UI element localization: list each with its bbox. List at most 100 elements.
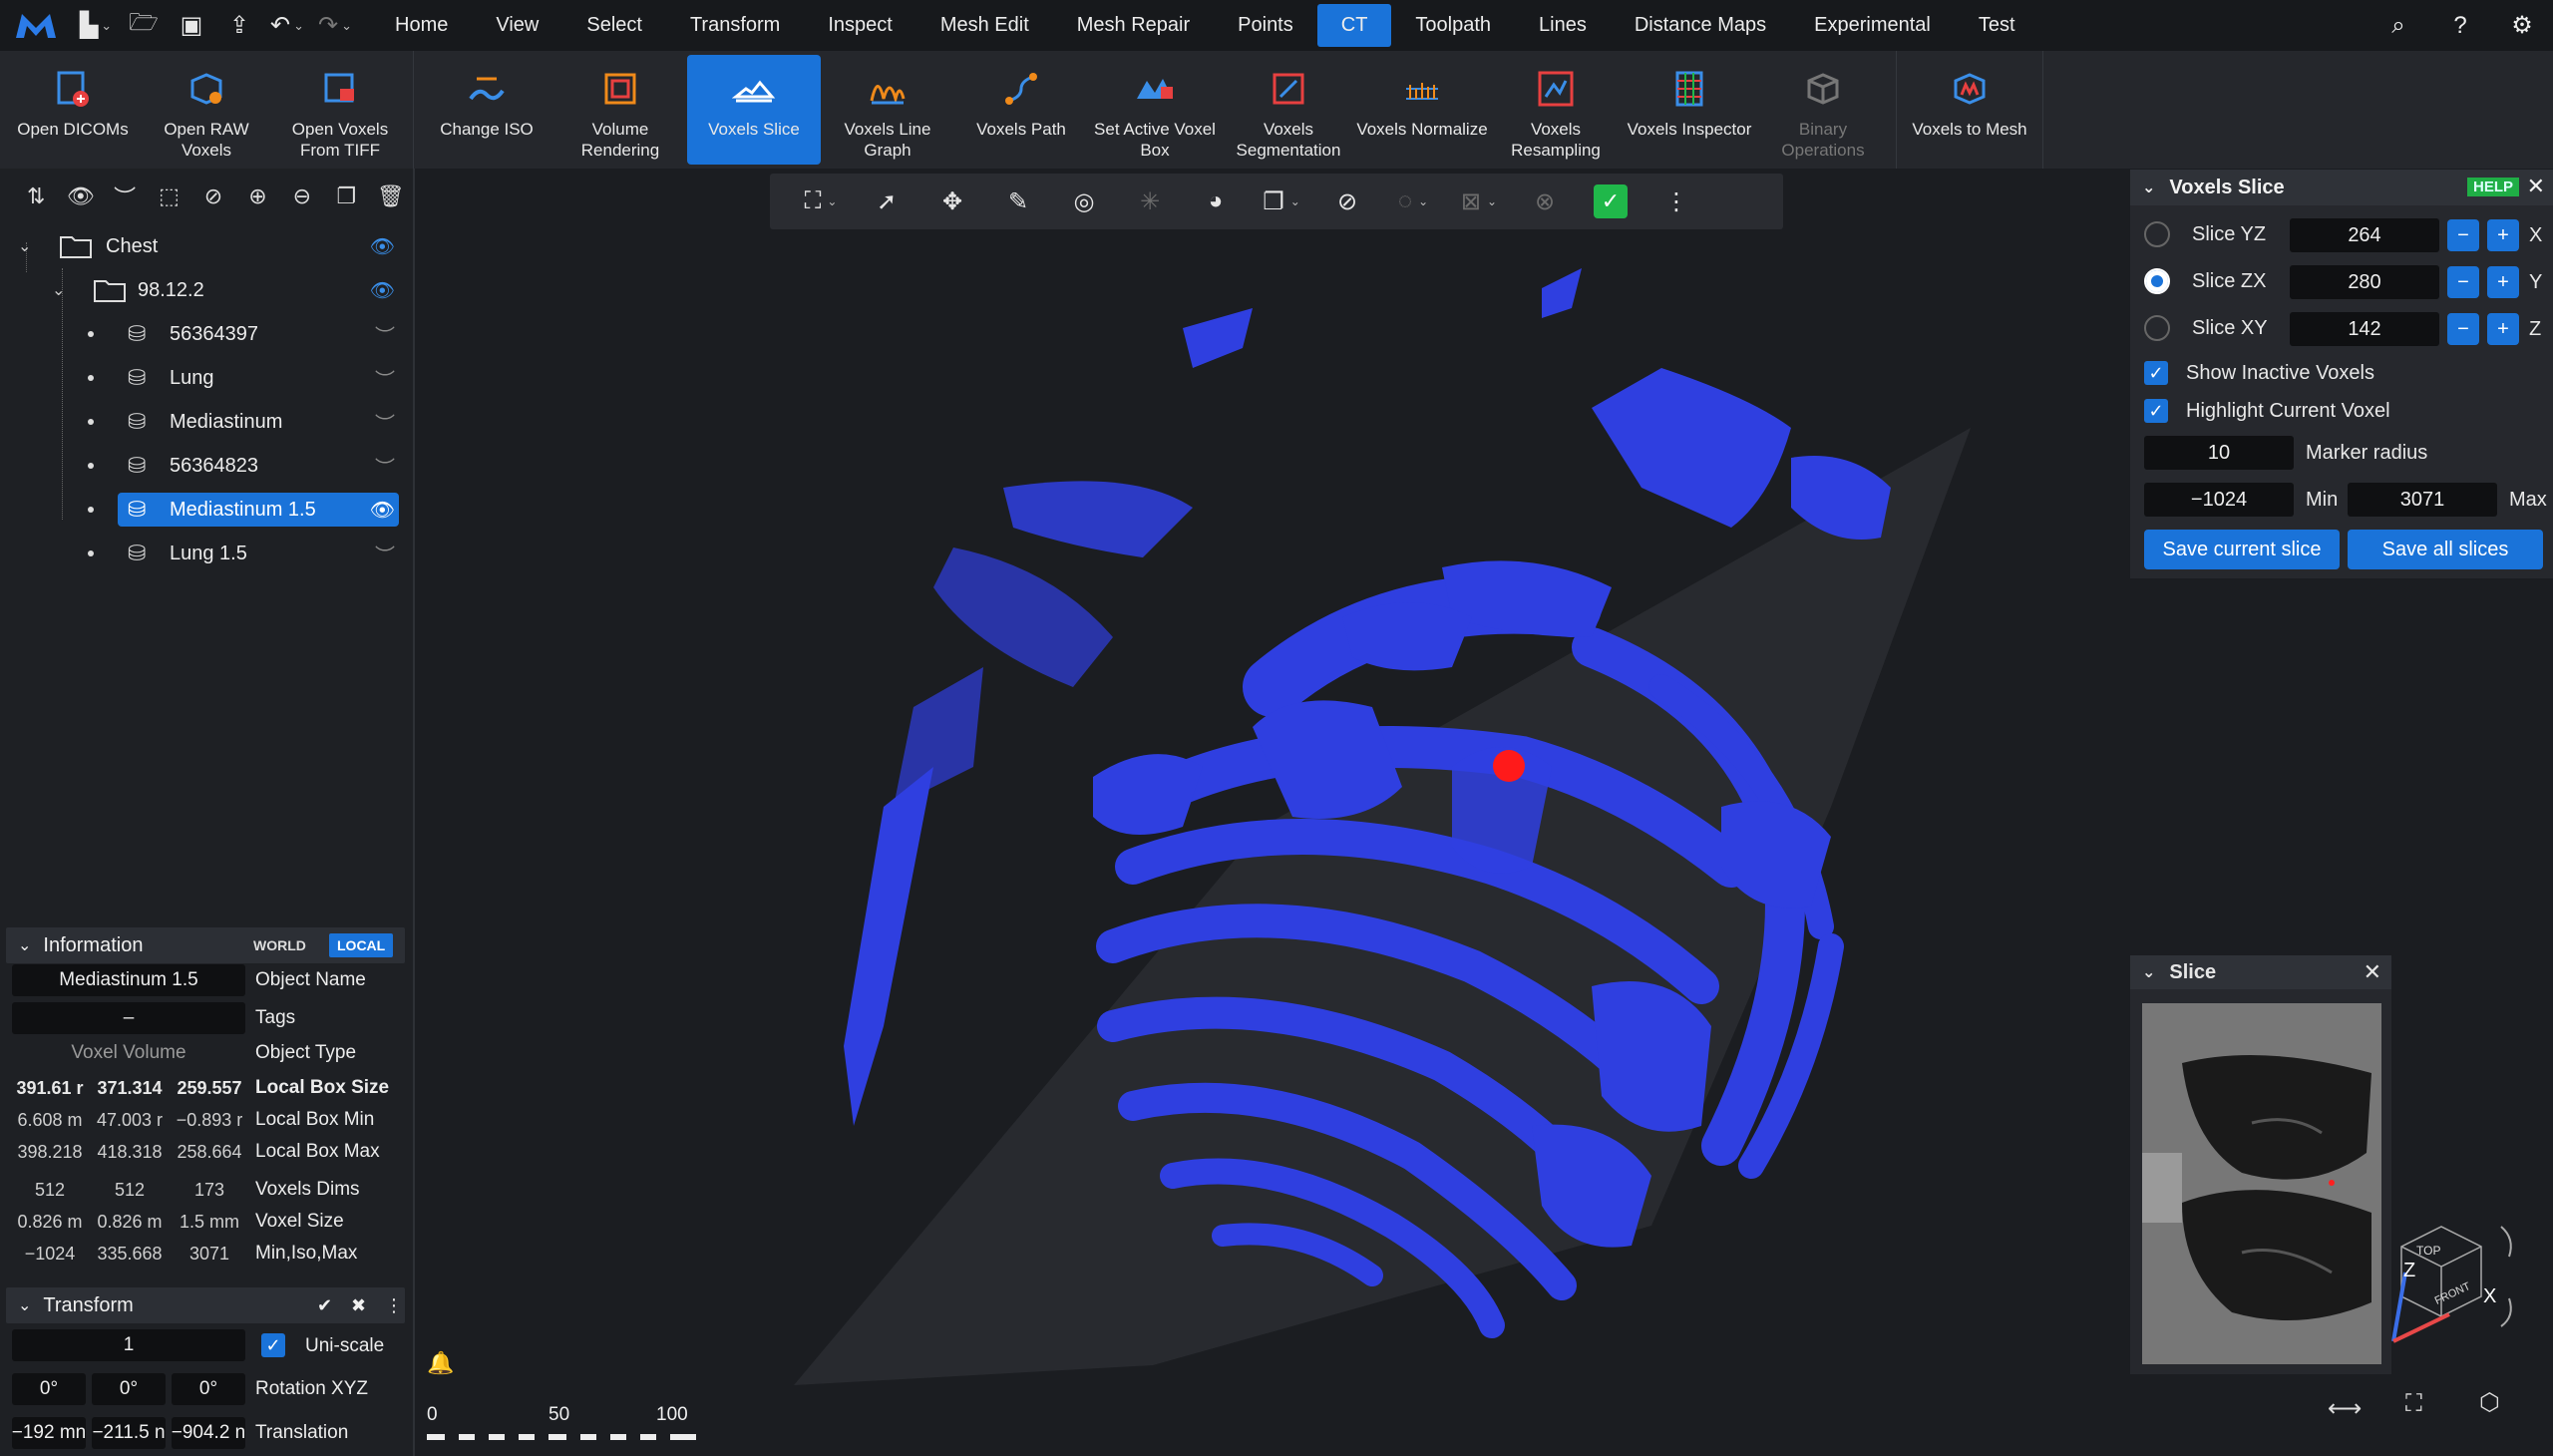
fit-selection-icon[interactable]: ⛶ [2405,1390,2422,1418]
chevron-down-icon[interactable]: ⌄ [52,280,65,300]
settings-icon[interactable]: ⚙ [2491,11,2553,40]
tab-view[interactable]: View [472,0,562,51]
voxels-inspector-button[interactable]: Voxels Inspector [1623,55,1756,165]
redo-icon[interactable]: ↷ ⌄ [311,0,359,51]
edit-object-icon[interactable]: ✎ [985,174,1051,229]
voxels-path-button[interactable]: Voxels Path [954,55,1088,165]
help-button[interactable]: HELP [2466,178,2519,196]
chevron-down-icon[interactable]: ⌄ [18,236,31,256]
eye-closed-icon[interactable]: ︶ [375,452,395,481]
set-active-voxel-box-button[interactable]: Set Active Voxel Box [1088,55,1222,165]
increment-button[interactable]: + [2487,313,2519,345]
slice-zx-radio[interactable] [2144,268,2170,294]
binary-operations-button[interactable]: Binary Operations [1756,55,1890,165]
object-name-field[interactable]: Mediastinum 1.5 [12,964,245,996]
tree-item-lung-1-5[interactable]: ⛁ Lung 1.5 ︶ [0,532,413,575]
local-toggle[interactable]: LOCAL [329,933,394,957]
mesh-icon[interactable]: ✳ [1117,174,1183,229]
cube-view-icon[interactable]: ⬡ [2479,1388,2500,1417]
copy-icon[interactable]: ❐ [324,183,368,209]
slice-zx-input[interactable]: 280 [2290,265,2439,299]
min-input[interactable]: −1024 [2144,483,2294,517]
chevron-down-icon[interactable]: ⌄ [18,935,31,955]
scale-field[interactable]: 1 [12,1329,245,1361]
tab-mesh-edit[interactable]: Mesh Edit [916,0,1053,51]
voxels-resampling-button[interactable]: Voxels Resampling [1489,55,1623,165]
change-iso-button[interactable]: Change ISO [420,55,553,165]
tree-item-mediastinum-1-5[interactable]: ⛁ Mediastinum 1.5 👁 [0,488,413,532]
chevron-down-icon[interactable]: ⌄ [2142,962,2155,982]
rotation-y-field[interactable]: 0° [92,1373,166,1405]
duplicate-icon[interactable]: ❐ ⌄ [1249,174,1314,229]
tab-toolpath[interactable]: Toolpath [1391,0,1515,51]
close-icon[interactable]: ✕ [2527,174,2545,199]
world-toggle[interactable]: WORLD [245,933,314,957]
eye-closed-icon[interactable]: ︶ [375,540,395,568]
eye-closed-icon[interactable]: ︶ [375,320,395,349]
select-all-icon[interactable]: ⬚ [147,183,190,209]
rotation-x-field[interactable]: 0° [12,1373,86,1405]
translation-y-field[interactable]: −211.5 n [92,1417,166,1449]
confirm-button[interactable]: ✓ [1578,174,1643,229]
uniscale-checkbox[interactable]: ✓ [261,1333,285,1357]
max-input[interactable]: 3071 [2348,483,2497,517]
highlight-current-checkbox[interactable]: ✓ [2144,399,2168,423]
marker-radius-input[interactable]: 10 [2144,436,2294,470]
voxels-segmentation-button[interactable]: Voxels Segmentation [1222,55,1355,165]
move-up-icon[interactable]: ⊕ [235,183,279,209]
save-menu-icon[interactable]: ▙ ⌄ [72,0,120,51]
open-raw-voxels-button[interactable]: Open RAW Voxels [140,55,273,165]
rotate-icon[interactable]: ◎ [1051,174,1117,229]
tab-inspect[interactable]: Inspect [804,0,915,51]
information-header[interactable]: ⌄ Information WORLD LOCAL [6,927,405,963]
sort-icon[interactable]: ⇅ [14,183,58,209]
ruler-icon[interactable]: ⟷ [2328,1394,2362,1423]
eye-closed-icon[interactable]: ︶ [375,408,395,437]
save-current-slice-button[interactable]: Save current slice [2144,530,2340,569]
eye-icon[interactable]: 👁 [370,234,395,259]
tree-item-lung[interactable]: ⛁ Lung ︶ [0,356,413,400]
tab-ct[interactable]: CT [1316,4,1392,47]
translation-x-field[interactable]: −192 mn [12,1417,86,1449]
chevron-down-icon[interactable]: ⌄ [2142,178,2155,197]
disable-icon[interactable]: ⊗ [1512,174,1578,229]
fit-view-icon[interactable]: ⛶ ⌄ [788,174,854,229]
slice-xy-input[interactable]: 142 [2290,312,2439,346]
help-icon[interactable]: ? [2429,12,2491,40]
decrement-button[interactable]: − [2447,313,2479,345]
tab-select[interactable]: Select [562,0,666,51]
paint-bucket-icon[interactable]: ◕ [1183,174,1249,229]
tab-test[interactable]: Test [1955,0,2039,51]
tab-experimental[interactable]: Experimental [1790,0,1955,51]
voxels-slice-button[interactable]: Voxels Slice [687,55,821,165]
view-cube[interactable]: TOP FRONT Z X [2381,1207,2521,1346]
open-dicoms-button[interactable]: Open DICOMs [6,55,140,165]
tab-home[interactable]: Home [371,0,472,51]
undo-icon[interactable]: ↶ ⌄ [263,0,311,51]
tree-item-56364397[interactable]: ⛁ 56364397 ︶ [0,312,413,356]
eye-icon[interactable]: 👁 [370,498,395,523]
voxels-line-graph-button[interactable]: Voxels Line Graph [821,55,954,165]
tree-item-chest[interactable]: ⌄ Chest 👁 [0,224,413,268]
tree-item-group[interactable]: ⌄ 98.12.2 👁 [0,268,413,312]
voxels-normalize-button[interactable]: Voxels Normalize [1355,55,1489,165]
translation-z-field[interactable]: −904.2 n [172,1417,245,1449]
close-icon[interactable]: ✖ [351,1295,366,1316]
slice-yz-input[interactable]: 264 [2290,218,2439,252]
close-icon[interactable]: ✕ [2364,959,2381,985]
save-all-slices-button[interactable]: Save all slices [2348,530,2543,569]
more-vertical-icon[interactable]: ⋮ [1643,174,1709,229]
tree-item-mediastinum[interactable]: ⛁ Mediastinum ︶ [0,400,413,444]
rotation-z-field[interactable]: 0° [172,1373,245,1405]
hide-all-icon[interactable]: ︶ [103,181,147,212]
lasso-icon[interactable]: ◌ ⌄ [1380,174,1446,229]
volume-rendering-button[interactable]: Volume Rendering [553,55,687,165]
tab-mesh-repair[interactable]: Mesh Repair [1053,0,1214,51]
increment-button[interactable]: + [2487,266,2519,298]
increment-button[interactable]: + [2487,219,2519,251]
tab-points[interactable]: Points [1214,0,1317,51]
transform-header[interactable]: ⌄ Transform ✔ ✖ ⋮ [6,1287,405,1323]
show-all-icon[interactable]: 👁 [58,183,102,209]
more-vertical-icon[interactable]: ⋮ [385,1295,403,1316]
voxels-to-mesh-button[interactable]: Voxels to Mesh [1903,55,2036,165]
